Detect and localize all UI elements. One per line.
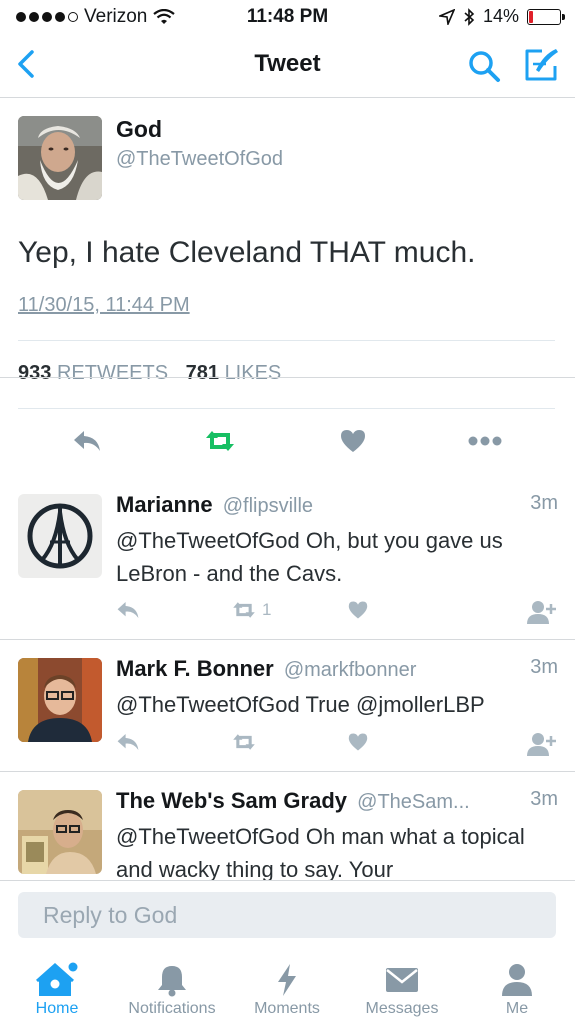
like-button[interactable] <box>347 600 369 620</box>
reply-author-name[interactable]: The Web's Sam Grady <box>116 788 347 813</box>
battery-icon <box>527 8 565 25</box>
reply-header: Mark F. Bonner @markfbonner 3m <box>116 656 558 682</box>
tab-notifications[interactable]: Notifications <box>113 946 231 1024</box>
tab-label: Home <box>35 1000 79 1017</box>
retweet-button[interactable] <box>230 732 258 752</box>
heart-icon <box>348 733 368 751</box>
avatar[interactable] <box>18 658 102 742</box>
divider <box>18 408 555 409</box>
home-icon <box>36 962 78 996</box>
avatar[interactable] <box>18 494 102 578</box>
status-bar: Verizon 11:48 PM 14% <box>0 0 575 34</box>
like-button[interactable] <box>339 424 367 458</box>
reply-button[interactable] <box>116 732 140 752</box>
likes-count[interactable]: 781 <box>186 362 219 384</box>
mark-avatar-image <box>18 658 102 742</box>
avatar[interactable] <box>18 116 102 200</box>
notification-dot-icon <box>68 962 78 972</box>
peace-eiffel-icon <box>18 494 102 578</box>
reply-header: The Web's Sam Grady @TheSam... 3m <box>116 788 558 814</box>
lightning-icon <box>278 964 296 996</box>
tweet-stats: 933 RETWEETS 781 LIKES <box>18 362 293 385</box>
tab-moments[interactable]: Moments <box>244 946 330 1024</box>
reply-input[interactable] <box>18 892 556 938</box>
more-icon <box>468 436 502 446</box>
retweet-button[interactable] <box>202 424 238 458</box>
tweet-timestamp[interactable]: 11/30/15, 11:44 PM <box>18 294 190 317</box>
reply-icon <box>117 734 139 750</box>
reply-time: 3m <box>530 788 558 810</box>
tab-label: Messages <box>365 1000 439 1017</box>
list-item[interactable]: The Web's Sam Grady @TheSam... 3m @TheTw… <box>0 772 575 880</box>
tweet-actions <box>0 424 575 458</box>
bluetooth-icon <box>464 7 475 26</box>
reply-button[interactable] <box>116 600 140 620</box>
nav-bar: Tweet <box>0 34 575 98</box>
reply-actions <box>0 732 575 758</box>
divider <box>18 340 555 341</box>
heart-icon <box>348 601 368 619</box>
battery-percent: 14% <box>482 6 519 26</box>
reply-bar <box>0 880 575 946</box>
retweets-label[interactable]: RETWEETS <box>57 362 168 384</box>
retweet-count: 1 <box>262 600 272 619</box>
like-button[interactable] <box>347 732 369 752</box>
god-avatar-image <box>18 116 102 200</box>
divider <box>0 377 575 378</box>
list-item[interactable]: Mark F. Bonner @markfbonner 3m @TheTweet… <box>0 640 575 772</box>
status-right: 14% <box>438 6 565 27</box>
search-icon[interactable] <box>466 48 502 84</box>
more-button[interactable] <box>467 424 503 458</box>
add-user-icon <box>527 733 556 756</box>
follow-button[interactable] <box>527 600 557 624</box>
reply-button[interactable] <box>72 424 102 458</box>
author-handle[interactable]: @TheTweetOfGod <box>116 148 283 171</box>
bell-icon <box>158 966 186 997</box>
tweet-text: Yep, I hate Cleveland THAT much. <box>18 236 476 269</box>
compose-tweet-icon[interactable] <box>522 46 560 84</box>
sam-avatar-image <box>18 790 102 874</box>
battery-level-fill <box>529 10 533 23</box>
reply-time: 3m <box>530 656 558 678</box>
likes-label[interactable]: LIKES <box>225 362 282 384</box>
reply-header: Marianne @flipsville 3m <box>116 492 558 518</box>
retweets-count[interactable]: 933 <box>18 362 51 384</box>
avatar[interactable] <box>18 790 102 874</box>
author-name[interactable]: God <box>116 116 162 143</box>
tab-label: Notifications <box>128 1000 216 1017</box>
reply-text: @TheTweetOfGod Oh man what a topical and… <box>116 824 525 880</box>
tab-me[interactable]: Me <box>490 946 544 1024</box>
follow-button[interactable] <box>527 732 557 756</box>
reply-author-handle[interactable]: @TheSam... <box>357 791 470 813</box>
tab-messages[interactable]: Messages <box>355 946 449 1024</box>
retweet-button[interactable]: 1 <box>230 600 271 620</box>
tab-home[interactable]: Home <box>27 946 87 1024</box>
tab-label: Moments <box>254 1000 320 1017</box>
envelope-icon <box>386 968 418 992</box>
reply-author-handle[interactable]: @markfbonner <box>284 659 417 681</box>
reply-icon <box>74 431 100 451</box>
reply-text: @TheTweetOfGod True @jmollerLBP <box>116 692 485 717</box>
location-arrow-icon <box>438 8 455 25</box>
reply-time: 3m <box>530 492 558 514</box>
add-user-icon <box>527 601 556 624</box>
retweet-icon <box>206 431 234 451</box>
reply-author-name[interactable]: Marianne <box>116 492 213 517</box>
reply-actions: 1 <box>0 600 575 626</box>
retweet-icon <box>233 734 255 750</box>
list-item[interactable]: Marianne @flipsville 3m @TheTweetOfGod O… <box>0 476 575 640</box>
reply-author-name[interactable]: Mark F. Bonner <box>116 656 274 681</box>
retweet-icon <box>233 602 255 618</box>
tab-label: Me <box>505 1000 529 1017</box>
person-icon <box>502 964 532 996</box>
reply-author-handle[interactable]: @flipsville <box>223 495 313 517</box>
heart-icon <box>341 430 365 452</box>
reply-text: @TheTweetOfGod Oh, but you gave us LeBro… <box>116 528 503 586</box>
reply-icon <box>117 602 139 618</box>
tab-bar: Home Notifications Moments Messages Me <box>0 946 575 1024</box>
